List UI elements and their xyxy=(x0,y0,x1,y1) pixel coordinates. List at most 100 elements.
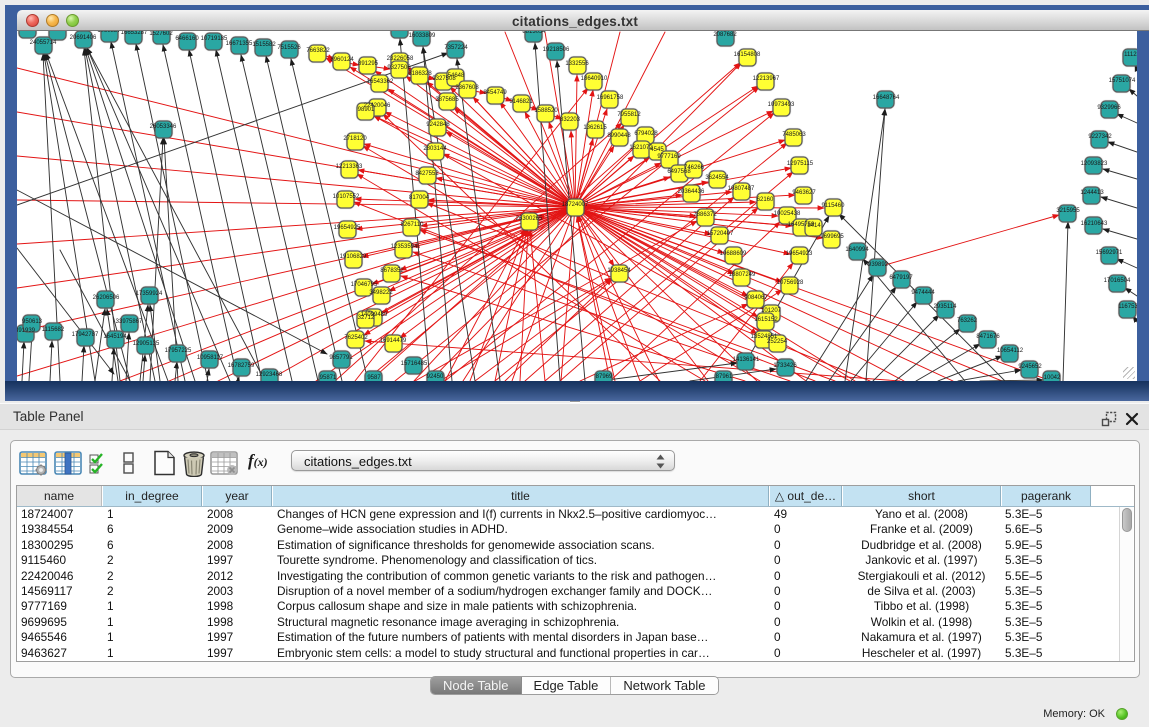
svg-text:26300265: 26300265 xyxy=(516,216,543,222)
svg-text:746266: 746266 xyxy=(684,165,705,171)
svg-text:7515526: 7515526 xyxy=(277,45,301,51)
svg-text:8960124: 8960124 xyxy=(330,57,354,63)
svg-text:7663822: 7663822 xyxy=(306,48,330,54)
svg-text:9474444: 9474444 xyxy=(911,290,935,296)
svg-text:817004: 817004 xyxy=(409,195,430,201)
svg-text:10107552: 10107552 xyxy=(333,194,360,200)
svg-text:98901: 98901 xyxy=(358,107,375,113)
svg-text:7886372: 7886372 xyxy=(693,212,717,218)
svg-text:6479197: 6479197 xyxy=(889,275,913,281)
svg-text:19218506: 19218506 xyxy=(543,47,570,53)
svg-text:10807487: 10807487 xyxy=(728,186,755,192)
svg-text:20364436: 20364436 xyxy=(678,189,705,195)
svg-text:26053346: 26053346 xyxy=(150,124,177,130)
svg-text:8471676: 8471676 xyxy=(976,334,1000,340)
svg-text:1733426: 1733426 xyxy=(773,363,797,369)
svg-text:8414: 8414 xyxy=(807,223,821,229)
svg-text:12213363: 12213363 xyxy=(336,164,363,170)
svg-text:14136141: 14136141 xyxy=(733,357,760,363)
svg-text:1938454: 1938454 xyxy=(607,268,631,274)
svg-text:62160: 62160 xyxy=(757,197,774,203)
svg-text:950613: 950613 xyxy=(22,319,43,325)
svg-text:18724007: 18724007 xyxy=(562,202,589,208)
svg-text:3875685: 3875685 xyxy=(435,97,459,103)
svg-text:12213967: 12213967 xyxy=(753,76,780,82)
svg-text:9227342: 9227342 xyxy=(1088,134,1112,140)
svg-text:1362615: 1362615 xyxy=(583,125,607,131)
svg-text:8990448: 8990448 xyxy=(607,133,631,139)
svg-text:7625402: 7625402 xyxy=(344,335,368,341)
svg-text:19654925: 19654925 xyxy=(334,225,361,231)
svg-text:10025438: 10025438 xyxy=(774,211,801,217)
svg-text:9857791: 9857791 xyxy=(329,355,353,361)
svg-text:32712: 32712 xyxy=(358,315,375,321)
svg-text:23226058: 23226058 xyxy=(387,56,414,62)
svg-text:10973493: 10973493 xyxy=(768,102,795,108)
svg-text:7357224: 7357224 xyxy=(444,45,468,51)
svg-text:33975867: 33975867 xyxy=(116,319,143,325)
svg-text:26206506: 26206506 xyxy=(93,295,120,301)
svg-text:8454749: 8454749 xyxy=(483,90,507,96)
svg-text:12975115: 12975115 xyxy=(787,161,814,167)
svg-text:17016504: 17016504 xyxy=(1104,278,1131,284)
svg-text:4545: 4545 xyxy=(650,147,664,153)
svg-text:12923468: 12923468 xyxy=(256,372,283,378)
svg-text:19654923: 19654923 xyxy=(786,251,813,257)
svg-text:87961: 87961 xyxy=(716,374,733,380)
svg-text:2718120: 2718120 xyxy=(343,136,367,142)
svg-text:252254: 252254 xyxy=(767,339,788,345)
svg-text:16782759: 16782759 xyxy=(228,363,255,369)
svg-text:832203: 832203 xyxy=(560,117,581,123)
svg-text:18640910: 18640910 xyxy=(581,76,608,82)
svg-text:9084067: 9084067 xyxy=(744,295,768,301)
svg-text:11123: 11123 xyxy=(1124,52,1137,58)
svg-text:1244413: 1244413 xyxy=(1080,190,1104,196)
svg-text:92450: 92450 xyxy=(427,374,444,380)
svg-text:9777169: 9777169 xyxy=(657,154,681,160)
svg-text:116753: 116753 xyxy=(1118,304,1137,310)
svg-text:1332556: 1332556 xyxy=(565,61,589,67)
svg-text:54648: 54648 xyxy=(448,73,465,79)
svg-text:1645194: 1645194 xyxy=(103,334,127,340)
svg-text:2087682: 2087682 xyxy=(713,32,737,38)
svg-text:9463627: 9463627 xyxy=(792,190,816,196)
svg-text:16671355: 16671355 xyxy=(226,41,253,47)
svg-text:12093823: 12093823 xyxy=(1081,161,1108,167)
svg-text:6794028: 6794028 xyxy=(634,131,658,137)
svg-text:15751074: 15751074 xyxy=(1109,78,1136,84)
svg-text:101207: 101207 xyxy=(761,308,782,314)
svg-text:8267110: 8267110 xyxy=(401,222,425,228)
svg-text:10719185: 10719185 xyxy=(201,36,228,42)
svg-text:9329966: 9329966 xyxy=(1097,105,1121,111)
svg-text:16210643: 16210643 xyxy=(1081,221,1108,227)
svg-text:15716485: 15716485 xyxy=(401,361,428,367)
svg-text:2803144: 2803144 xyxy=(423,146,447,152)
svg-text:24055714: 24055714 xyxy=(30,40,57,46)
svg-text:19106829: 19106829 xyxy=(340,254,367,260)
svg-text:16914479: 16914479 xyxy=(380,338,407,344)
svg-text:9146821: 9146821 xyxy=(509,99,533,105)
svg-text:16961758: 16961758 xyxy=(597,95,624,101)
svg-text:8186328: 8186328 xyxy=(408,71,432,77)
svg-text:1115682: 1115682 xyxy=(42,327,65,333)
svg-text:7485063: 7485063 xyxy=(782,132,806,138)
svg-text:9245652: 9245652 xyxy=(1018,364,1042,370)
svg-text:17046795: 17046795 xyxy=(351,282,378,288)
svg-text:2351341: 2351341 xyxy=(45,31,69,32)
svg-text:12353594: 12353594 xyxy=(391,244,418,250)
svg-text:15720407: 15720407 xyxy=(707,231,734,237)
svg-text:2935114: 2935114 xyxy=(934,304,958,310)
svg-text:10756928: 10756928 xyxy=(777,280,804,286)
svg-text:16543362: 16543362 xyxy=(367,79,394,85)
svg-text:20691406: 20691406 xyxy=(70,35,97,41)
svg-text:16648764: 16648764 xyxy=(873,95,900,101)
svg-text:1640994: 1640994 xyxy=(845,247,869,253)
svg-text:939892: 939892 xyxy=(868,262,889,268)
svg-text:6466160: 6466160 xyxy=(175,36,199,42)
svg-text:10654112: 10654112 xyxy=(997,348,1024,354)
svg-text:2367608: 2367608 xyxy=(455,85,479,91)
svg-text:17359924: 17359924 xyxy=(136,291,163,297)
svg-text:12905135: 12905135 xyxy=(133,341,160,347)
svg-text:15692971: 15692971 xyxy=(1096,250,1123,256)
svg-text:3498222: 3498222 xyxy=(369,290,393,296)
